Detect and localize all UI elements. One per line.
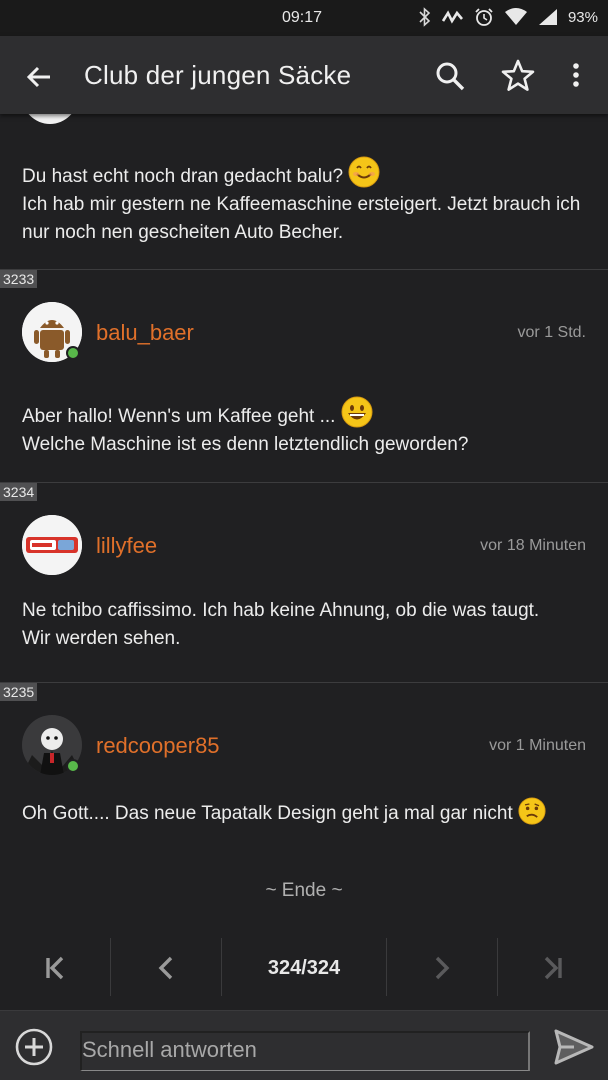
post-body-line: Ich hab mir gestern ne Kaffeemaschine er… xyxy=(22,194,581,243)
previous-page-button[interactable] xyxy=(111,938,221,998)
post-body: Du hast echt noch dran gedacht balu? Ich… xyxy=(22,156,594,247)
post-body: Ne tchibo caffissimo. Ich hab keine Ahnu… xyxy=(22,597,594,653)
wifi-icon xyxy=(504,8,528,26)
avatar[interactable] xyxy=(22,515,82,575)
add-attachment-icon[interactable] xyxy=(14,1027,54,1067)
post-time: vor 1 Minuten xyxy=(489,737,586,754)
smiling-face-emoji xyxy=(348,156,380,188)
online-indicator xyxy=(66,759,80,773)
post-number: 3233 xyxy=(0,270,38,288)
grinning-face-emoji xyxy=(341,396,373,428)
status-bar: 09:17 93% xyxy=(0,0,608,36)
post-body: Oh Gott.... Das neue Tapatalk Design geh… xyxy=(22,797,594,828)
back-arrow-icon[interactable] xyxy=(22,60,56,94)
post-item: 3234 lillyfee vor 18 Minuten Ne tchibo c… xyxy=(0,483,608,683)
post-feed[interactable]: Du hast echt noch dran gedacht balu? Ich… xyxy=(0,114,608,938)
avatar[interactable] xyxy=(22,114,78,124)
post-time: vor 18 Minuten xyxy=(480,537,586,554)
online-indicator xyxy=(66,346,80,360)
post-number: 3234 xyxy=(0,483,38,501)
post-body-line: Du hast echt noch dran gedacht balu? xyxy=(22,166,344,187)
signal-icon xyxy=(538,8,558,26)
username[interactable]: redcooper85 xyxy=(96,733,220,759)
app-bar: Club der jungen Säcke xyxy=(0,36,608,114)
username[interactable]: balu_baer xyxy=(96,320,194,346)
quick-reply-input[interactable] xyxy=(80,1031,530,1071)
first-page-button[interactable] xyxy=(0,938,110,998)
post-item: 3235 redcooper85 vor 1 Minuten Oh Gott..… xyxy=(0,683,608,863)
post-number: 3235 xyxy=(0,683,38,701)
post-body: Aber hallo! Wenn's um Kaffee geht ... We… xyxy=(22,396,594,459)
battery-level: 93% xyxy=(567,8,598,26)
last-page-button[interactable] xyxy=(498,938,608,998)
star-icon[interactable] xyxy=(500,58,536,94)
bluetooth-icon xyxy=(418,7,432,27)
post-body-line: Oh Gott.... Das neue Tapatalk Design geh… xyxy=(22,803,513,824)
page-navigation: 324/324 xyxy=(0,938,608,1008)
search-icon[interactable] xyxy=(432,58,468,94)
activity-icon xyxy=(441,9,464,25)
page-title: Club der jungen Säcke xyxy=(84,60,352,90)
send-icon[interactable] xyxy=(554,1029,594,1065)
alarm-icon xyxy=(474,7,494,27)
end-marker: ~ Ende ~ xyxy=(265,880,343,901)
post-item: Du hast echt noch dran gedacht balu? Ich… xyxy=(0,114,608,270)
status-icons: 93% xyxy=(418,7,598,27)
quick-reply-bar xyxy=(0,1010,608,1080)
status-time: 09:17 xyxy=(282,9,323,26)
post-body-line: Welche Maschine ist es denn letztendlich… xyxy=(22,434,469,455)
more-vert-icon[interactable] xyxy=(566,58,586,94)
post-time: vor 1 Std. xyxy=(517,324,586,341)
post-body-line: Ne tchibo caffissimo. Ich hab keine Ahnu… xyxy=(22,600,540,621)
username[interactable]: lillyfee xyxy=(96,533,157,559)
next-page-button[interactable] xyxy=(387,938,497,998)
post-item: 3233 balu_baer vor 1 Std. Aber hallo! We… xyxy=(0,270,608,483)
post-body-line: Wir werden sehen. xyxy=(22,628,181,649)
page-number: 324/324 xyxy=(267,956,341,979)
post-body-line: Aber hallo! Wenn's um Kaffee geht ... xyxy=(22,406,336,427)
page-indicator[interactable]: 324/324 xyxy=(222,938,386,998)
confused-face-emoji xyxy=(518,797,546,825)
